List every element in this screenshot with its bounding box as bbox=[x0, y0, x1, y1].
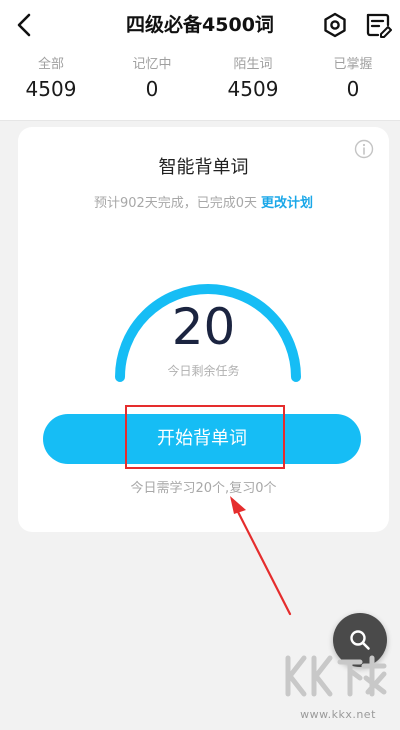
smart-study-card: 智能背单词 预计902天完成，已完成0天 更改计划 20 今日剩余任务 开始背单词… bbox=[18, 127, 389, 532]
watermark-logo bbox=[280, 648, 390, 704]
card-title: 智能背单词 bbox=[158, 157, 249, 178]
annotation-arrow bbox=[230, 496, 292, 616]
settings-icon[interactable] bbox=[322, 12, 348, 38]
word-stats-bar: 全部 4509 记忆中 0 陌生词 4509 已掌握 0 bbox=[0, 50, 400, 121]
stat-all[interactable]: 全部 4509 bbox=[11, 56, 91, 104]
remaining-caption: 今日剩余任务 bbox=[167, 364, 240, 378]
stat-value: 4509 bbox=[25, 77, 77, 101]
stat-mastered[interactable]: 已掌握 0 bbox=[313, 56, 393, 104]
watermark: www.kkx.net bbox=[276, 648, 400, 728]
highlight-box bbox=[125, 405, 285, 469]
remaining-count: 20 bbox=[171, 298, 236, 356]
stat-label: 全部 bbox=[37, 57, 64, 72]
stat-value: 0 bbox=[145, 77, 159, 101]
stat-value: 0 bbox=[346, 77, 360, 101]
watermark-url: www.kkx.net bbox=[300, 708, 376, 721]
plan-text: 预计902天完成，已完成0天 bbox=[93, 196, 258, 211]
stat-memorizing[interactable]: 记忆中 0 bbox=[112, 56, 192, 104]
plan-summary: 预计902天完成，已完成0天 更改计划 bbox=[18, 192, 389, 211]
word-list-icon[interactable] bbox=[364, 11, 392, 39]
stat-label: 已掌握 bbox=[333, 57, 373, 72]
stat-value: 4509 bbox=[227, 77, 279, 101]
stat-label: 陌生词 bbox=[233, 57, 273, 72]
change-plan-link[interactable]: 更改计划 bbox=[261, 196, 313, 211]
stat-unfamiliar[interactable]: 陌生词 4509 bbox=[213, 56, 293, 104]
stat-label: 记忆中 bbox=[132, 57, 172, 72]
today-task-summary: 今日需学习20个,复习0个 bbox=[130, 481, 277, 496]
top-bar: 四级必备4500词 bbox=[0, 0, 400, 50]
